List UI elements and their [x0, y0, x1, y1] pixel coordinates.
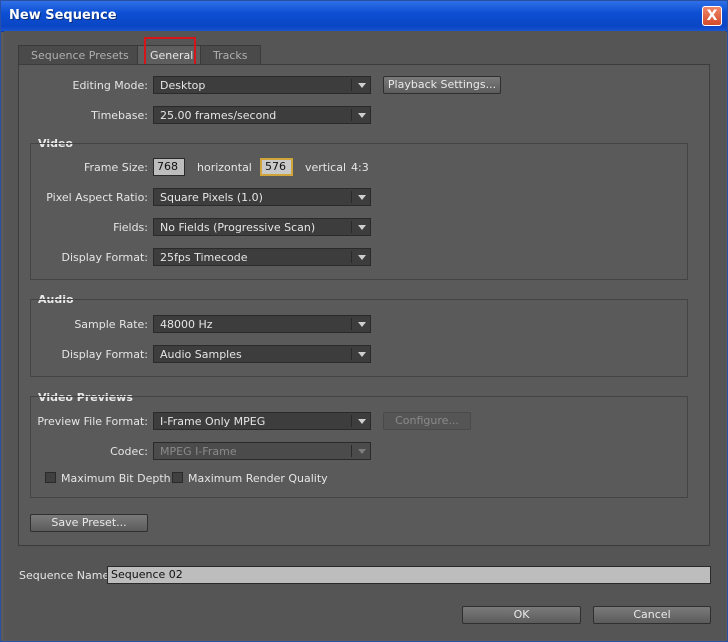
audio-display-format-label: Display Format: [61, 348, 148, 361]
chevron-down-icon [358, 322, 366, 327]
horizontal-label: horizontal [197, 161, 252, 174]
preview-file-format-dropdown[interactable]: I-Frame Only MPEG [153, 412, 371, 430]
audio-display-format-dropdown[interactable]: Audio Samples [153, 345, 371, 363]
timebase-label: Timebase: [91, 109, 148, 122]
close-button[interactable]: X [702, 6, 722, 26]
pixel-aspect-ratio-label: Pixel Aspect Ratio: [46, 191, 148, 204]
codec-dropdown[interactable]: MPEG I-Frame [153, 442, 371, 460]
chevron-down-icon [358, 352, 366, 357]
maximum-render-quality-checkbox[interactable] [172, 472, 183, 483]
save-preset-button[interactable]: Save Preset... [30, 514, 148, 532]
editing-mode-dropdown[interactable]: Desktop [153, 76, 371, 94]
frame-width-field[interactable]: 768 [153, 158, 185, 176]
fields-dropdown[interactable]: No Fields (Progressive Scan) [153, 218, 371, 236]
video-display-format-dropdown[interactable]: 25fps Timecode [153, 248, 371, 266]
configure-button[interactable]: Configure... [383, 412, 471, 430]
chevron-down-icon [358, 419, 366, 424]
pixel-aspect-ratio-dropdown[interactable]: Square Pixels (1.0) [153, 188, 371, 206]
fields-label: Fields: [113, 221, 148, 234]
sequence-name-label: Sequence Name: [19, 569, 113, 582]
close-icon: X [706, 8, 718, 24]
frame-height-field[interactable]: 576 [260, 158, 293, 176]
aspect-ratio-readout: 4:3 [351, 161, 369, 174]
window-title: New Sequence [9, 8, 117, 23]
maximum-bit-depth-checkbox[interactable] [45, 472, 56, 483]
maximum-bit-depth-label: Maximum Bit Depth [61, 472, 171, 485]
audio-group [30, 299, 688, 377]
sample-rate-dropdown[interactable]: 48000 Hz [153, 315, 371, 333]
chevron-down-icon [358, 195, 366, 200]
sequence-name-input[interactable]: Sequence 02 [107, 566, 711, 584]
ok-button[interactable]: OK [462, 606, 581, 624]
editing-mode-label: Editing Mode: [72, 79, 149, 92]
chevron-down-icon [358, 255, 366, 260]
chevron-down-icon [358, 449, 366, 454]
timebase-dropdown[interactable]: 25.00 frames/second [153, 106, 371, 124]
chevron-down-icon [358, 225, 366, 230]
chevron-down-icon [358, 113, 366, 118]
frame-size-label: Frame Size: [83, 161, 148, 174]
maximum-render-quality-label: Maximum Render Quality [188, 472, 328, 485]
playback-settings-button[interactable]: Playback Settings... [383, 76, 501, 94]
video-display-format-label: Display Format: [61, 251, 148, 264]
codec-label: Codec: [110, 445, 148, 458]
sample-rate-label: Sample Rate: [74, 318, 148, 331]
tab-sequence-presets[interactable]: Sequence Presets [18, 45, 142, 64]
vertical-label: vertical [305, 161, 347, 174]
tab-tracks[interactable]: Tracks [200, 45, 261, 64]
cancel-button[interactable]: Cancel [593, 606, 711, 624]
chevron-down-icon [358, 83, 366, 88]
preview-file-format-label: Preview File Format: [37, 415, 148, 428]
title-bar[interactable]: New Sequence X [1, 1, 727, 32]
